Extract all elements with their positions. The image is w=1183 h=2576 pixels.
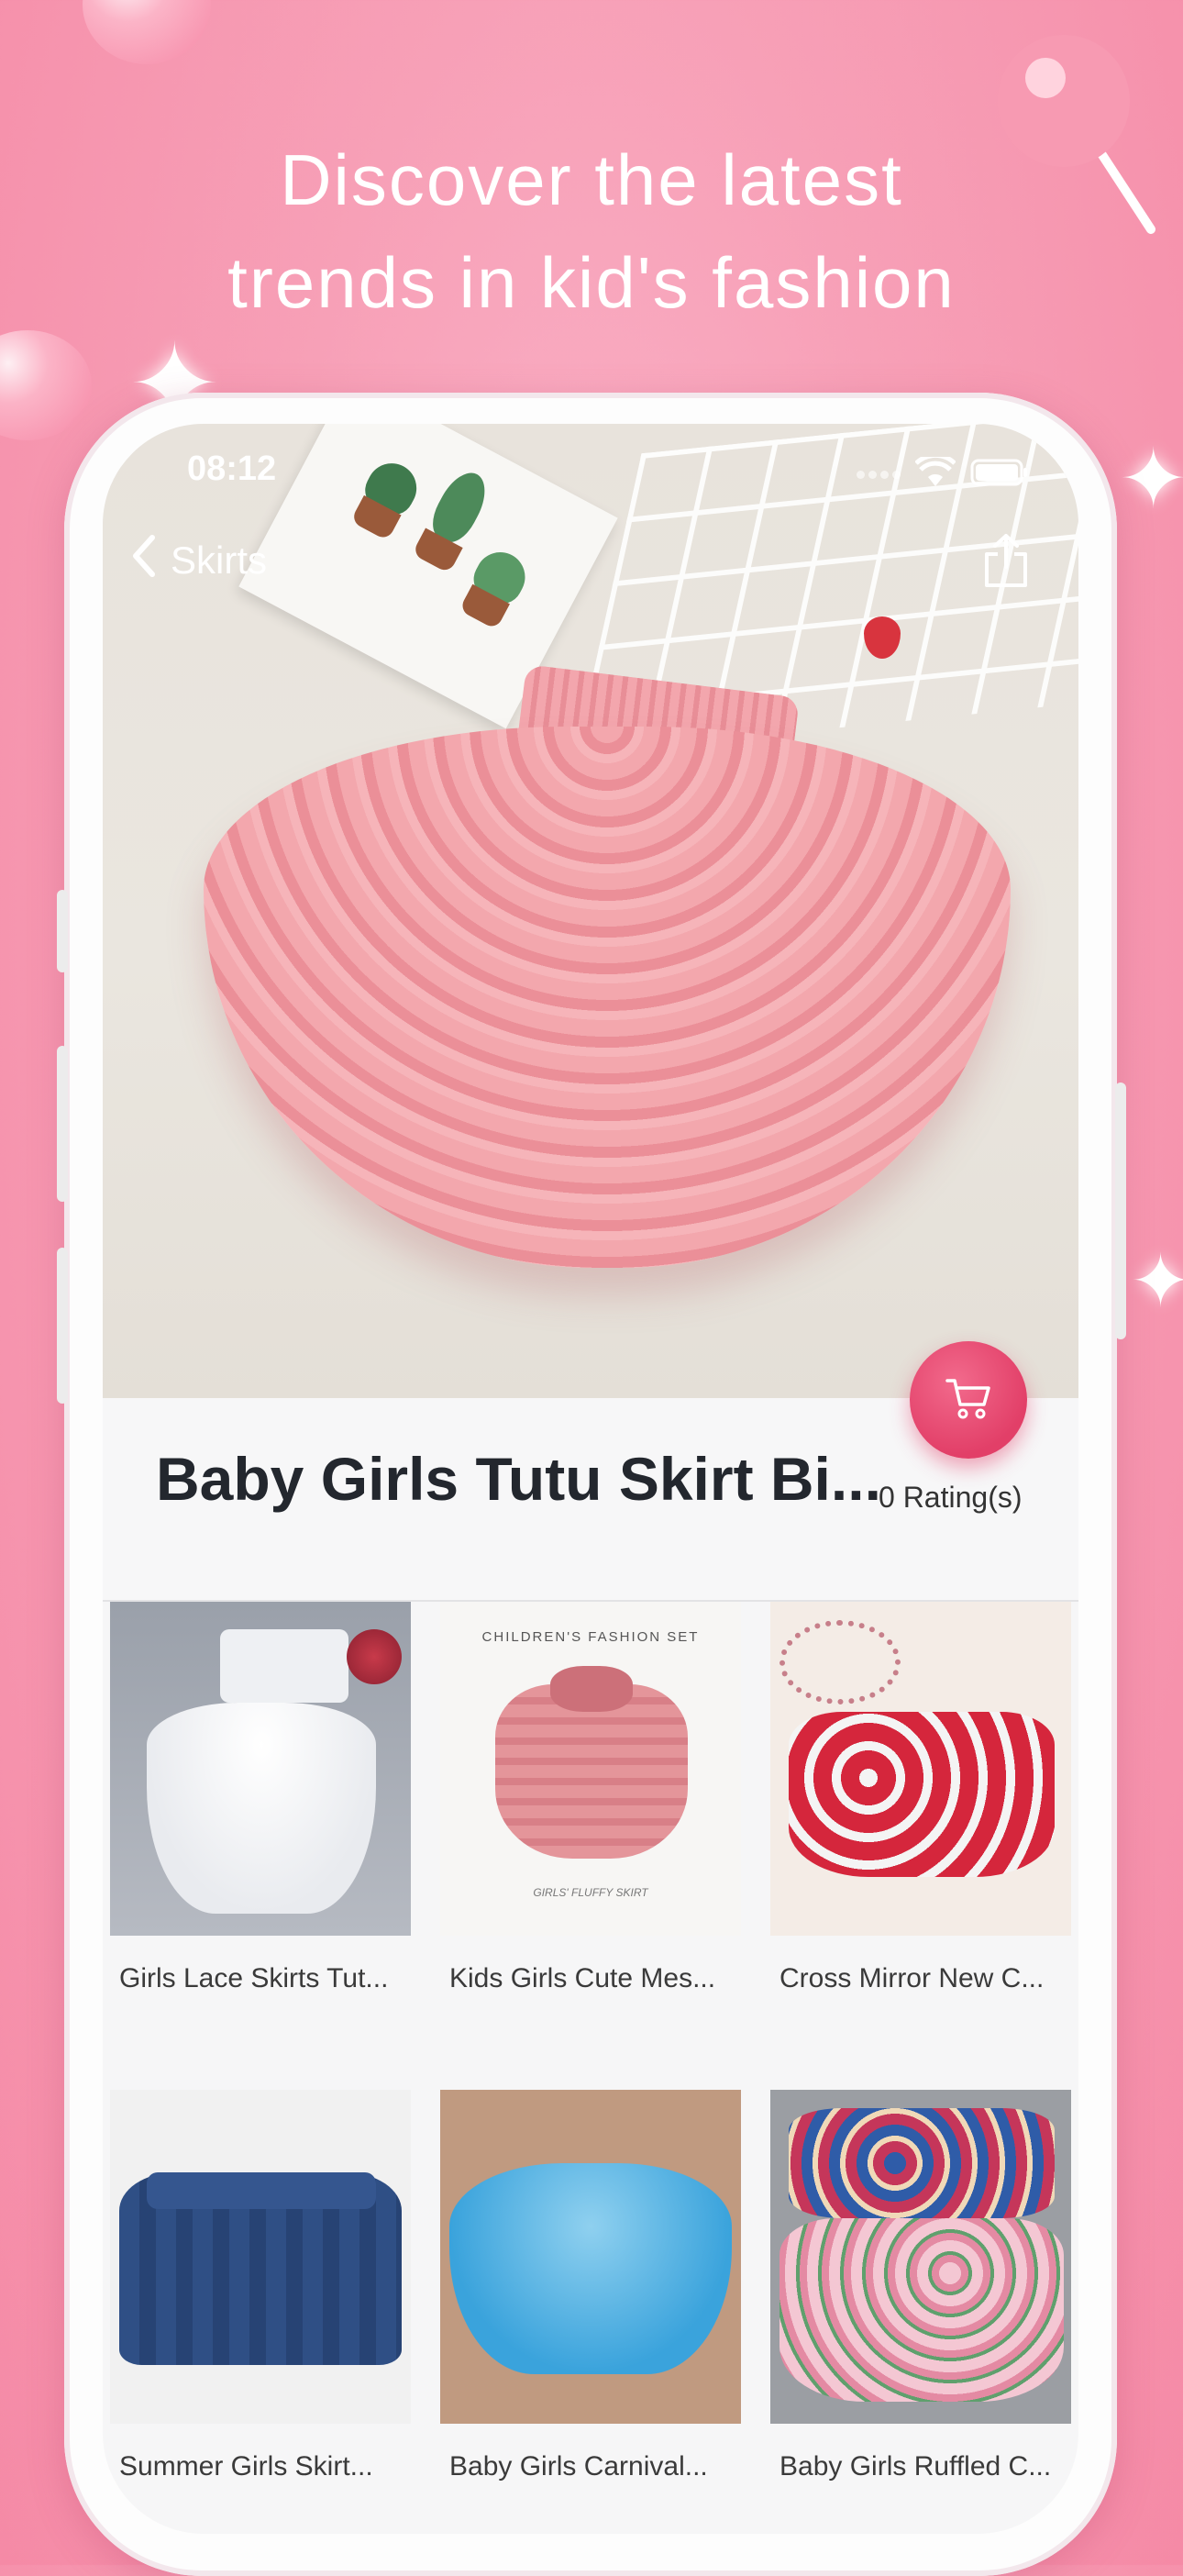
product-thumbnail: CHILDREN'S FASHION SET GIRLS' FLUFFY SKI… bbox=[440, 1602, 741, 1936]
related-product-card[interactable]: Baby Girls Ruffled C... bbox=[770, 2090, 1071, 2482]
wifi-icon bbox=[914, 452, 956, 493]
side-button bbox=[57, 1046, 68, 1202]
product-thumbnail bbox=[440, 2090, 741, 2424]
battery-icon bbox=[970, 458, 1029, 492]
status-time: 08:12 bbox=[187, 450, 277, 488]
related-product-card[interactable]: Baby Girls Carnival... bbox=[440, 2090, 741, 2482]
product-thumbnail bbox=[770, 2090, 1071, 2424]
product-thumbnail bbox=[770, 1602, 1071, 1936]
related-product-card[interactable]: Summer Girls Skirt... bbox=[110, 2090, 411, 2482]
app-screen: 08:12 Skirts Baby Girls Tutu Skirt Bi...… bbox=[103, 424, 1078, 2534]
back-button[interactable]: Skirts bbox=[130, 534, 267, 587]
status-icons bbox=[857, 452, 1029, 493]
product-caption: Baby Girls Ruffled C... bbox=[779, 2451, 1052, 2482]
share-button[interactable] bbox=[981, 532, 1031, 594]
product-rating[interactable]: 0 Rating(s) bbox=[879, 1481, 1023, 1515]
product-hero-image[interactable]: 08:12 Skirts bbox=[103, 424, 1078, 1398]
add-to-cart-button[interactable] bbox=[910, 1341, 1027, 1459]
product-caption: Summer Girls Skirt... bbox=[119, 2451, 373, 2482]
side-button bbox=[57, 1248, 68, 1404]
headline-line-2: trends in kid's fashion bbox=[227, 242, 956, 323]
candy-bubble-top-left bbox=[83, 0, 211, 64]
product-title: Baby Girls Tutu Skirt Bi... bbox=[156, 1445, 881, 1513]
share-icon bbox=[981, 534, 1031, 593]
cart-icon bbox=[944, 1375, 993, 1426]
side-button bbox=[1115, 1083, 1126, 1339]
related-product-card[interactable]: Cross Mirror New C... bbox=[770, 1602, 1071, 1994]
related-product-card[interactable]: Girls Lace Skirts Tut... bbox=[110, 1602, 411, 1994]
product-caption: Kids Girls Cute Mes... bbox=[449, 1963, 716, 1993]
product-thumbnail bbox=[110, 2090, 411, 2424]
product-thumbnail bbox=[110, 1602, 411, 1936]
image-caption-top: CHILDREN'S FASHION SET bbox=[481, 1629, 700, 1645]
headline-line-1: Discover the latest bbox=[280, 139, 903, 220]
side-button bbox=[57, 890, 68, 972]
marketing-headline: Discover the latest trends in kid's fash… bbox=[0, 128, 1183, 334]
product-caption: Baby Girls Carnival... bbox=[449, 2451, 708, 2482]
sparkle-icon: ✦ bbox=[1119, 434, 1183, 526]
sparkle-icon: ✦ bbox=[1130, 1240, 1183, 1322]
image-caption-bottom: GIRLS' FLUFFY SKIRT bbox=[533, 1886, 648, 1899]
back-label: Skirts bbox=[171, 539, 267, 582]
tutu-skirt-photo bbox=[204, 727, 1011, 1268]
product-caption: Girls Lace Skirts Tut... bbox=[119, 1963, 389, 1993]
product-caption: Cross Mirror New C... bbox=[779, 1963, 1045, 1993]
chevron-left-icon bbox=[130, 534, 158, 587]
signal-dots-icon bbox=[857, 471, 901, 479]
candy-bubble-left bbox=[0, 330, 92, 440]
related-product-card[interactable]: CHILDREN'S FASHION SET GIRLS' FLUFFY SKI… bbox=[440, 1602, 741, 1994]
